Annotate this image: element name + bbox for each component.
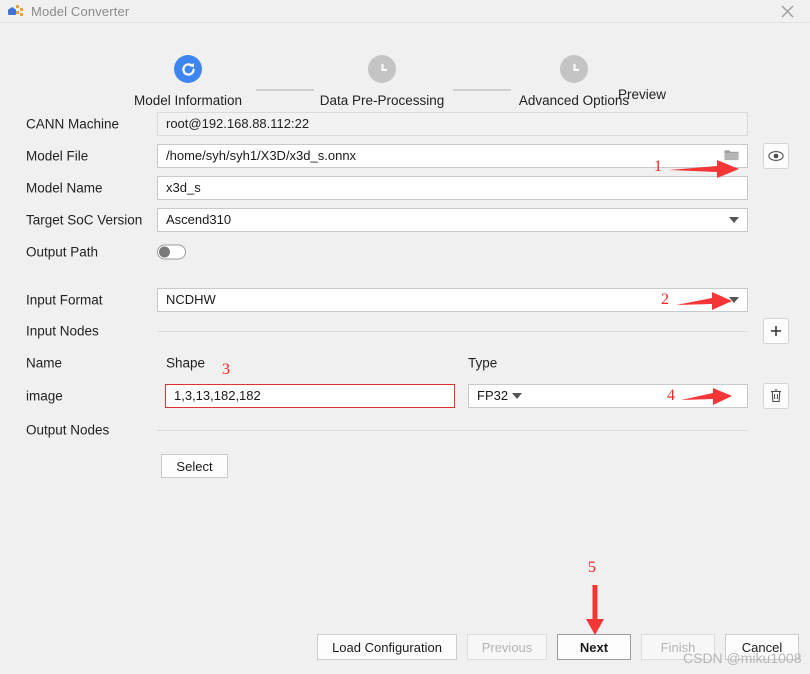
input-nodes-divider [157,331,748,332]
stepper-connector-1 [256,89,314,91]
column-header-name: Name [26,355,63,370]
annotation-arrow-2 [676,292,732,310]
model-converter-window: Model Converter Model Information Data P… [0,0,810,674]
annotation-number-4: 4 [667,387,675,404]
load-configuration-button[interactable]: Load Configuration [317,634,457,660]
label-output-path: Output Path [26,244,99,259]
chevron-down-icon[interactable] [729,216,739,223]
input-nodes-column-headers: Name Shape Type [0,347,810,378]
stepper-label-preview: Preview [618,87,667,102]
chevron-down-icon[interactable] [512,392,523,399]
label-model-name: Model Name [26,180,103,195]
trash-icon[interactable] [763,382,789,409]
model-name-input[interactable]: x3d_s [157,175,748,200]
form-row-cann-machine: CANN Machine root@192.168.88.112:22 [0,108,810,139]
watermark: CSDN @miku1008 [683,650,802,666]
input-node-name: image [26,388,63,403]
clock-icon [368,55,396,83]
stepper-step-data-pre-processing[interactable]: Data Pre-Processing [312,55,452,108]
model-name-value: x3d_s [166,180,201,195]
label-output-nodes: Output Nodes [26,422,110,438]
annotation-arrow-1 [669,160,739,178]
toggle-knob [159,246,170,257]
stepper-step-preview[interactable]: Preview [618,87,698,102]
label-input-format: Input Format [26,292,103,307]
annotation-number-2: 2 [661,291,669,308]
annotation-arrow-5 [586,585,604,635]
window-title: Model Converter [31,3,130,19]
column-header-shape: Shape [166,355,206,370]
stepper-connector-2 [453,89,511,91]
target-soc-version-select[interactable]: Ascend310 [157,207,748,232]
form-row-input-nodes: Input Nodes [0,316,810,346]
input-node-shape-input[interactable]: 1,3,13,182,182 [165,383,455,408]
refresh-circle-icon [174,55,202,83]
form-row-target-soc-version: Target SoC Version Ascend310 [0,204,810,235]
target-soc-version-value: Ascend310 [166,212,232,227]
title-bar: Model Converter [0,0,810,23]
form-row-output-nodes: Output Nodes [0,413,810,447]
wizard-stepper: Model Information Data Pre-Processing Ad… [0,23,810,108]
label-input-nodes: Input Nodes [26,323,99,339]
cann-machine-input[interactable]: root@192.168.88.112:22 [157,111,748,136]
form-row-output-path: Output Path [0,236,810,267]
annotation-number-3: 3 [222,361,230,378]
model-file-value: /home/syh/syh1/X3D/x3d_s.onnx [166,148,357,163]
annotation-number-5: 5 [588,559,596,576]
output-nodes-actions: Select [0,448,810,484]
stepper-label-data-pre-processing: Data Pre-Processing [319,93,445,108]
output-nodes-divider [157,430,748,431]
model-converter-icon [8,4,24,18]
column-header-type: Type [468,355,498,370]
input-node-shape-value: 1,3,13,182,182 [174,388,261,403]
clock-icon [560,55,588,83]
next-button[interactable]: Next [557,634,631,660]
label-target-soc-version: Target SoC Version [26,212,143,227]
stepper-step-model-information[interactable]: Model Information [118,55,258,108]
previous-button: Previous [467,634,547,660]
cann-machine-value: root@192.168.88.112:22 [166,116,310,131]
input-node-type-value: FP32 [477,388,509,403]
select-button[interactable]: Select [161,454,228,478]
input-format-select[interactable]: NCDHW [157,287,748,312]
close-icon[interactable] [765,0,810,23]
plus-icon[interactable] [763,318,789,344]
output-path-toggle[interactable] [157,244,186,259]
stepper-label-model-information: Model Information [133,93,243,108]
eye-icon[interactable] [763,142,789,169]
input-format-value: NCDHW [166,292,216,307]
label-model-file: Model File [26,148,89,163]
annotation-number-1: 1 [654,158,662,175]
annotation-arrow-4 [681,388,732,405]
label-cann-machine: CANN Machine [26,116,120,131]
